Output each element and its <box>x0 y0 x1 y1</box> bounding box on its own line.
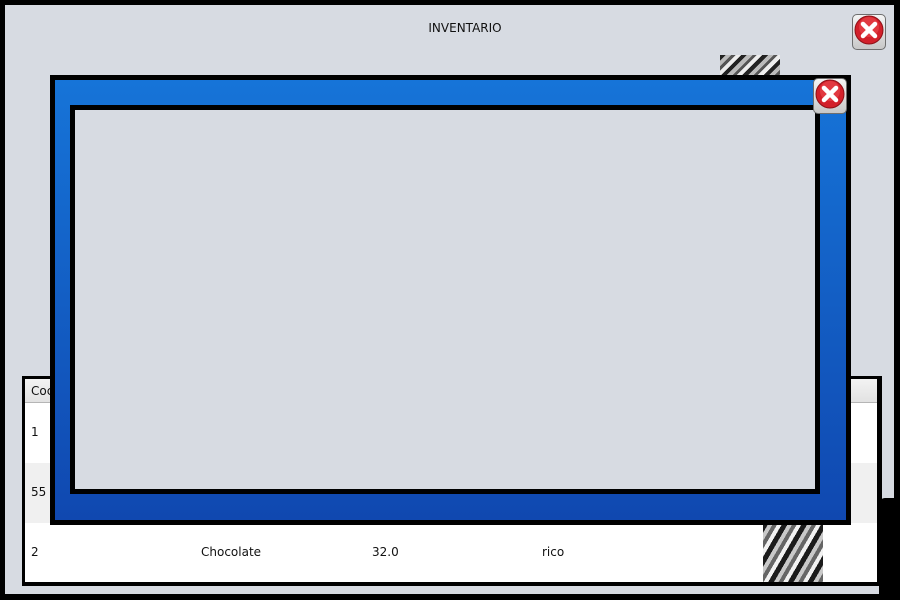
dialog-close-button[interactable] <box>813 78 847 114</box>
close-icon <box>854 15 884 49</box>
dialog-content-border <box>70 105 820 494</box>
close-icon <box>815 79 845 113</box>
cell-code: 1 <box>31 425 39 439</box>
scrollbar[interactable] <box>879 498 900 598</box>
product-image <box>763 523 823 582</box>
main-close-button[interactable] <box>852 14 886 50</box>
page-title: INVENTARIO <box>428 21 502 35</box>
cell-name: Chocolate <box>201 545 262 559</box>
cell-code: 55 <box>31 485 47 499</box>
cell-code: 2 <box>31 545 39 559</box>
cell-description: rico <box>542 545 565 559</box>
dialog-frame <box>55 80 846 520</box>
dialog-body <box>75 110 815 489</box>
cell-price: 32.0 <box>372 545 399 559</box>
table-row[interactable]: 2 Chocolate 32.0 rico <box>25 523 877 582</box>
dialog-window <box>50 75 851 525</box>
